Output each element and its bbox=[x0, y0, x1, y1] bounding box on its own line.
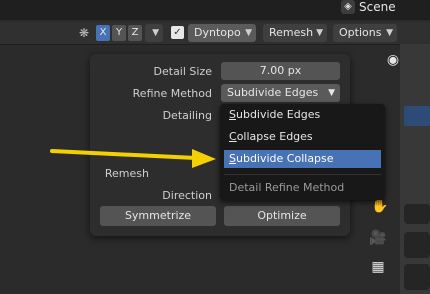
annotation-arrow bbox=[50, 149, 216, 168]
arrow-head bbox=[192, 149, 216, 168]
arrow-shaft bbox=[50, 149, 198, 160]
